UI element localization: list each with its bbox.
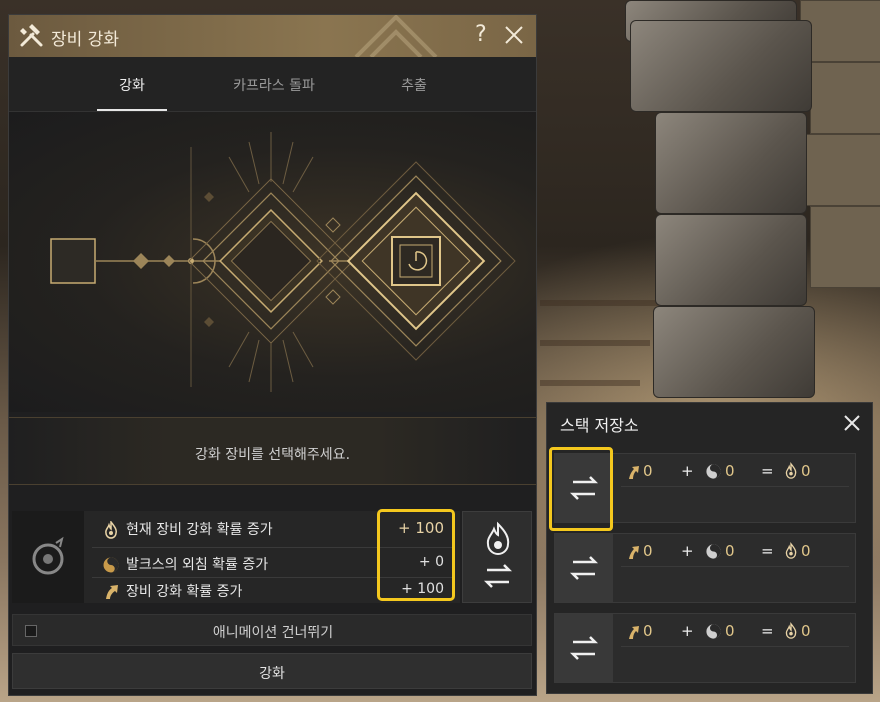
- wall-brick: [800, 0, 880, 62]
- rate-row-current: 현재 장비 강화 확률 증가: [102, 519, 273, 539]
- divider: [621, 486, 849, 487]
- stack-value-a: 0: [643, 542, 653, 560]
- rate-label: 현재 장비 강화 확률 증가: [126, 522, 273, 538]
- equals-sign: =: [761, 462, 774, 480]
- valks-icon: [706, 624, 721, 639]
- wall-brick: [810, 206, 880, 288]
- wall-brick: [805, 134, 880, 206]
- stack-formula: 0 + 0 = 0: [627, 462, 855, 482]
- stack-value-result: 0: [801, 462, 811, 480]
- stack-swap-highlight: [549, 447, 613, 531]
- equals-sign: =: [761, 622, 774, 640]
- enhancement-diagram: [50, 132, 516, 392]
- swap-icon: [569, 636, 599, 660]
- stack-swap-icon: [483, 521, 513, 588]
- tab-bar: 강화 카프라스 돌파 추출: [9, 57, 536, 112]
- rate-row-valks: 발크스의 외침 확률 증가: [102, 554, 268, 574]
- stack-value-result: 0: [801, 622, 811, 640]
- divider: [621, 646, 849, 647]
- tab-enhance[interactable]: 강화: [97, 75, 167, 95]
- stack-slot-row: 0 + 0 = 0: [554, 613, 856, 683]
- arrow-up-icon: [629, 626, 639, 639]
- active-tab-indicator: [97, 109, 167, 111]
- orb-icon: [32, 536, 64, 575]
- flame-icon: [785, 622, 797, 639]
- plus-sign: +: [681, 462, 694, 480]
- plus-sign: +: [681, 542, 694, 560]
- stack-formula: 0 + 0 = 0: [627, 542, 855, 562]
- title-decoration: [354, 15, 438, 57]
- stack-swap-button[interactable]: [555, 614, 613, 682]
- tab-extract[interactable]: 추출: [379, 75, 449, 95]
- close-icon[interactable]: [843, 414, 861, 432]
- enhance-button[interactable]: 강화: [12, 653, 532, 689]
- flame-icon: [785, 542, 797, 559]
- stack-value-a: 0: [643, 622, 653, 640]
- rate-summary-icon-box: [12, 511, 84, 603]
- stack-swap-button[interactable]: [555, 534, 613, 602]
- plus-sign: +: [681, 622, 694, 640]
- hammer-icon: [20, 24, 43, 47]
- valks-icon: [706, 544, 721, 559]
- arrow-up-icon: [629, 546, 639, 559]
- flame-icon: [105, 521, 117, 539]
- stack-value-result: 0: [801, 542, 811, 560]
- enhancement-window: 장비 강화 ? 강화 카프라스 돌파 추출 강화 장비를 선택해주세요. 현재 …: [8, 14, 537, 696]
- stack-value-a: 0: [643, 462, 653, 480]
- stack-formula: 0 + 0 = 0: [627, 622, 855, 642]
- stack-value-b: 0: [725, 462, 735, 480]
- rate-row-equipment: 장비 강화 확률 증가: [102, 581, 242, 601]
- skip-animation-label: 애니메이션 건너뛰기: [212, 625, 334, 641]
- stone-pillar: [625, 0, 815, 400]
- valks-icon: [706, 464, 721, 479]
- enhancement-stage: [9, 112, 536, 412]
- tab-caphras-breakthrough[interactable]: 카프라스 돌파: [199, 75, 349, 95]
- close-icon[interactable]: [503, 24, 525, 46]
- stack-value-b: 0: [725, 622, 735, 640]
- enhance-button-label: 강화: [259, 666, 285, 682]
- equals-sign: =: [761, 542, 774, 560]
- instruction-banner: 강화 장비를 선택해주세요.: [9, 417, 536, 485]
- window-title: 장비 강화: [51, 30, 119, 50]
- valks-icon: [103, 557, 119, 573]
- arrow-up-icon: [106, 585, 118, 599]
- stack-value-b: 0: [725, 542, 735, 560]
- swap-icon: [569, 556, 599, 580]
- rate-label: 발크스의 외침 확률 증가: [126, 557, 269, 573]
- stack-storage-button[interactable]: [462, 511, 532, 603]
- help-button[interactable]: ?: [475, 22, 487, 47]
- rate-label: 장비 강화 확률 증가: [126, 584, 243, 600]
- divider: [621, 566, 849, 567]
- skip-animation-row[interactable]: 애니메이션 건너뛰기: [12, 614, 532, 646]
- wall-brick: [810, 62, 880, 134]
- stack-storage-window: 스택 저장소 0 + 0 = 0 0 + 0 = 0 0 + 0 = 0: [546, 402, 873, 694]
- instruction-text: 강화 장비를 선택해주세요.: [194, 447, 351, 463]
- title-bar[interactable]: 장비 강화 ?: [9, 15, 536, 57]
- stack-slot-row: 0 + 0 = 0: [554, 533, 856, 603]
- arrow-up-icon: [629, 466, 639, 479]
- stack-storage-title: 스택 저장소: [560, 416, 639, 435]
- flame-icon: [785, 462, 797, 479]
- rate-values-highlight: [377, 509, 455, 601]
